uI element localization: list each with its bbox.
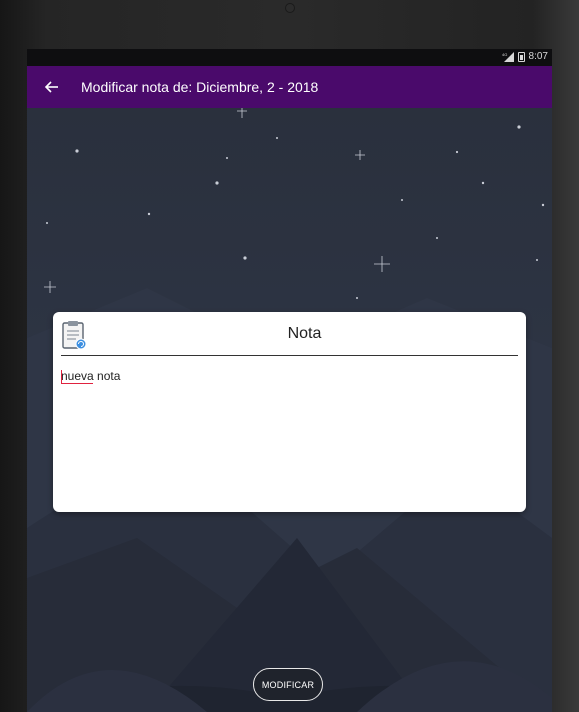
dialog-title: Nota — [287, 325, 322, 342]
arrow-back-icon[interactable] — [42, 77, 62, 97]
device-screen: 4G 8:07 Modificar nota de: Diciembre, 2 … — [27, 49, 552, 712]
status-bar: 4G 8:07 — [27, 49, 552, 66]
text-cursor — [61, 370, 62, 384]
title-divider — [61, 355, 518, 356]
spellcheck-underline — [61, 383, 93, 384]
camera-icon — [285, 3, 295, 13]
battery-icon — [517, 51, 525, 62]
note-text-field[interactable]: nueva nota — [61, 369, 516, 499]
app-bar: Modificar nota de: Diciembre, 2 - 2018 — [27, 66, 552, 108]
svg-text:4G: 4G — [502, 52, 507, 57]
status-time: 8:07 — [528, 51, 548, 62]
note-dialog: Nota nueva nota — [53, 312, 526, 512]
modify-button[interactable]: MODIFICAR — [253, 668, 323, 701]
page-title: Modificar nota de: Diciembre, 2 - 2018 — [81, 79, 319, 95]
signal-icon: 4G — [502, 51, 514, 62]
